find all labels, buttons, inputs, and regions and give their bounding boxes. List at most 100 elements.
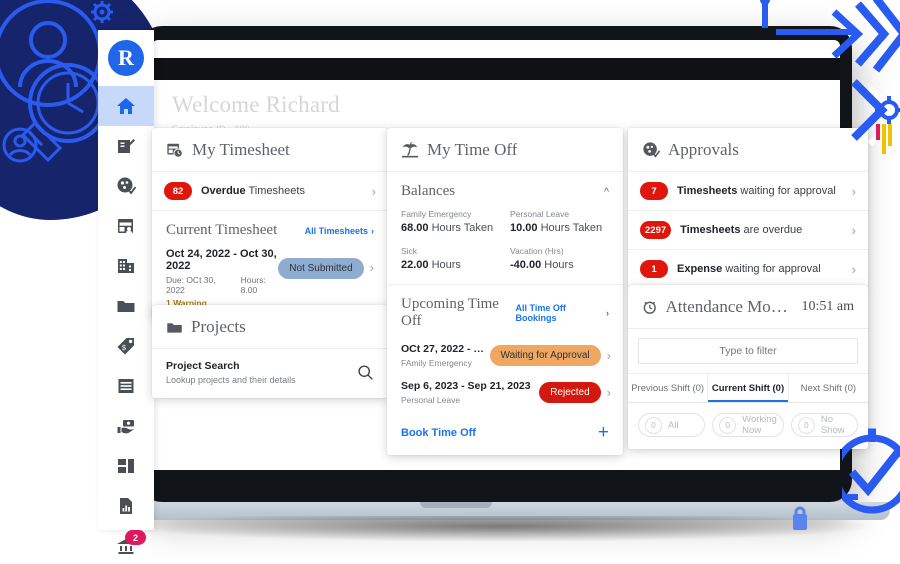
chip-label: No Show [820,414,845,436]
attendance-monitor-title: Attendance Monito… [665,297,794,316]
balances-header[interactable]: Balances ^ [387,172,623,207]
sidebar-item-organization[interactable] [98,246,154,286]
sidebar-item-reports[interactable] [98,366,154,406]
all-timesheets-label: All Timesheets [304,225,368,236]
balance-label: Sick [401,246,418,256]
sidebar: R $ 2 [98,30,154,554]
chip-count: 0 [797,416,815,434]
all-bookings-label: All Time Off Bookings [515,303,566,323]
booking-info: OCt 27, 2022 - Oct 27, … FAmily Emergenc… [401,343,490,368]
booking-info: Sep 6, 2023 - Sep 21, 2023 Personal Leav… [401,380,539,405]
attendance-filter-chips: 0 All 0 Working Now 0 No Show [628,403,868,449]
approvals-card: Approvals 7 Timesheets waiting for appro… [628,128,868,288]
balance-value: -40.00 Hours [510,259,574,271]
sidebar-item-projects[interactable] [98,286,154,326]
project-search-row[interactable]: Project Search Lookup projects and their… [152,349,388,398]
laptop-shadow [120,516,880,542]
my-timesheet-header: My Timesheet [152,128,388,172]
book-time-off-row[interactable]: Book Time Off + [387,411,623,455]
sidebar-item-billing[interactable]: $ [98,326,154,366]
search-icon[interactable] [357,364,374,381]
timesheet-status-badge[interactable]: Not Submitted [278,258,364,279]
booking-status-badge[interactable]: Rejected [539,382,601,403]
chip-count: 0 [719,416,737,434]
svg-text:$: $ [122,345,126,352]
chip-no-show[interactable]: 0 No Show [790,413,859,437]
chip-all[interactable]: 0 All [638,413,706,437]
my-time-off-card: My Time Off Balances ^ Family Emergency … [387,128,623,455]
sidebar-item-expenses[interactable] [98,406,154,446]
alarm-clock-icon [643,301,656,314]
timesheet-hours: Hours: 8.00 [240,275,266,295]
current-timesheet-title: Current Timesheet [166,222,278,238]
balances-title: Balances [401,183,456,199]
grid-blocks-icon [118,459,134,473]
building-icon [118,259,134,273]
chevron-right-icon[interactable]: › [607,349,611,362]
my-time-off-header: My Time Off [387,128,623,172]
all-timesheets-link[interactable]: All Timesheets › [305,226,374,236]
timesheet-due: Due: OCt 30, 2022 [166,275,216,295]
approvals-row[interactable]: 1 Expense waiting for approval › [628,250,868,288]
document-lines-icon [118,379,134,393]
booking-type: FAmily Emergency [401,358,472,368]
chevron-right-icon: › [371,183,376,199]
balance-item: Sick 22.00 Hours [401,246,500,271]
chevron-right-icon: › [851,261,856,277]
booking-status-badge[interactable]: Waiting for Approval [489,345,601,366]
attendance-clock-time: 10:51 am [801,299,855,314]
chevron-right-icon[interactable]: › [607,386,611,399]
chevron-up-icon[interactable]: ^ [604,186,609,198]
timesheet-edit-icon [118,139,135,153]
overdue-count-badge: 82 [164,182,192,200]
attendance-monitor-header: Attendance Monito… 10:51 am [628,285,868,329]
tab-previous-shift[interactable]: Previous Shift (0) [628,374,709,402]
balance-label: Personal Leave [510,209,570,219]
chevron-right-icon: › [851,222,856,238]
sidebar-item-timesheet[interactable] [98,126,154,166]
balance-item: Family Emergency 68.00 Hours Taken [401,209,500,234]
approvals-title: Approvals [668,140,739,159]
chevron-right-icon[interactable]: › [370,261,374,274]
sidebar-badge-payroll: 2 [125,530,146,545]
plus-icon[interactable]: + [598,423,609,442]
attendance-filter-input[interactable] [638,338,858,364]
attendance-filter-wrap [628,329,868,374]
tab-next-shift[interactable]: Next Shift (0) [789,374,868,402]
screenshot-stage: Welcome Richard Employee ID - 100 R [0,0,900,564]
sidebar-item-schedule[interactable] [98,206,154,246]
my-timesheet-title: My Timesheet [192,140,290,159]
balance-label: Family Emergency [401,209,472,219]
project-search-subtitle: Lookup projects and their details [166,375,296,385]
time-off-booking-row[interactable]: Sep 6, 2023 - Sep 21, 2023 Personal Leav… [387,374,623,411]
sidebar-item-home[interactable] [98,86,154,126]
attendance-shift-tabs: Previous Shift (0) Current Shift (0) Nex… [628,374,868,403]
upcoming-time-off-title: Upcoming Time Off [401,296,499,329]
approval-label: Timesheets waiting for approval [677,185,836,197]
sidebar-item-dashboard[interactable] [98,446,154,486]
booking-dates: Sep 6, 2023 - Sep 21, 2023 [401,380,531,392]
approvals-row[interactable]: 2297 Timesheets are overdue › [628,211,868,250]
overdue-timesheets-row[interactable]: 82 Overdue Timesheets › [152,172,388,211]
current-timesheet-info: Oct 24, 2022 - Oct 30, 2022 Due: OCt 30,… [166,248,278,308]
balance-item: Vacation (Hrs) -40.00 Hours [510,246,609,271]
page-title: Welcome Richard [172,92,340,117]
all-bookings-link[interactable]: All Time Off Bookings › [515,303,609,323]
time-off-booking-row[interactable]: OCt 27, 2022 - Oct 27, … FAmily Emergenc… [387,337,623,374]
approvals-row[interactable]: 7 Timesheets waiting for approval › [628,172,868,211]
calendar-clock-icon [167,143,183,158]
projects-header: Projects [152,305,388,349]
sidebar-item-analytics[interactable] [98,486,154,526]
chip-working-now[interactable]: 0 Working Now [712,413,784,437]
sidebar-item-payroll[interactable]: 2 [98,526,154,564]
approvals-check-icon [643,142,660,158]
tab-current-shift[interactable]: Current Shift (0) [708,374,789,402]
balance-value: 22.00 Hours [401,259,461,271]
balance-value: 10.00 Hours Taken [510,222,603,234]
folder-icon [167,322,182,333]
project-search-text: Project Search Lookup projects and their… [166,360,357,385]
balance-item: Personal Leave 10.00 Hours Taken [510,209,609,234]
sidebar-item-approvals[interactable] [98,166,154,206]
app-logo[interactable]: R [98,30,154,86]
approval-count-badge: 7 [640,182,668,200]
